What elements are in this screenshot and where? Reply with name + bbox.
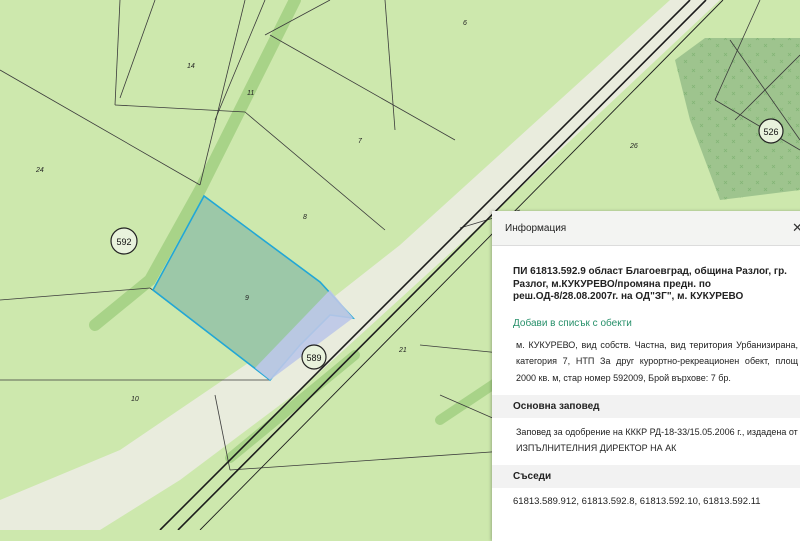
parcel-label: 21 (398, 347, 407, 354)
info-panel-header: Информация ✕ (492, 211, 800, 246)
svg-text:526: 526 (763, 127, 778, 137)
parcel-label: 26 (629, 143, 638, 150)
property-description: м. КУКУРЕВО, вид собств. Частна, вид тер… (516, 339, 798, 383)
block-number-526: 526 (758, 118, 784, 144)
parcel-label: 6 (463, 20, 467, 27)
parcel-label: 9 (245, 295, 249, 302)
neighbors-heading: Съседи (492, 465, 800, 488)
svg-text:589: 589 (306, 353, 321, 363)
parcel-label: 24 (35, 167, 44, 174)
main-order-heading: Основна заповед (492, 395, 800, 418)
svg-text:592: 592 (116, 237, 131, 247)
property-title: ПИ 61813.592.9 област Благоевград, общин… (513, 266, 787, 302)
close-icon[interactable]: ✕ (792, 220, 800, 236)
parcel-label: 10 (131, 396, 139, 403)
parcel-label: 14 (187, 63, 195, 70)
parcel-label: 11 (247, 90, 254, 97)
block-number-589: 589 (301, 344, 327, 370)
main-order-text: Заповед за одобрение на КККР РД-18-33/15… (516, 427, 798, 453)
info-panel-title: Информация (505, 223, 567, 234)
add-to-list-link[interactable]: Добави в списък с обекти (513, 318, 800, 329)
info-panel: Информация ✕ ПИ 61813.592.9 област Благо… (492, 211, 800, 541)
parcel-label: 8 (303, 214, 307, 221)
neighbors-list: 61813.589.912, 61813.592.8, 61813.592.10… (513, 496, 761, 507)
block-number-592: 592 (110, 227, 138, 255)
